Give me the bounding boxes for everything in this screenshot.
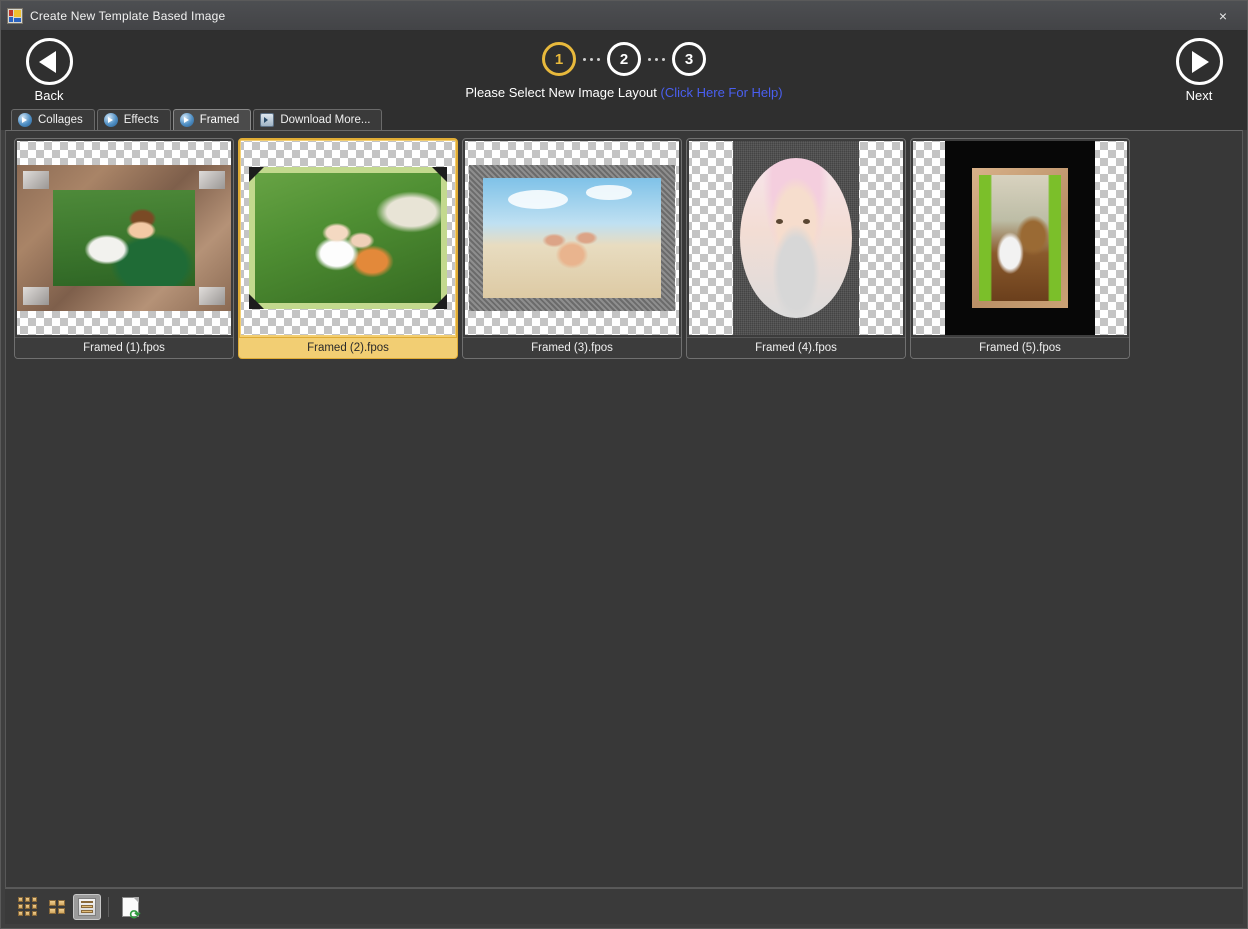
step-indicator: 1 2 3 [542,42,706,76]
template-item-4[interactable]: Framed (4).fpos [686,138,906,359]
tab-framed-label: Framed [200,114,240,126]
close-icon[interactable]: × [1201,2,1245,30]
details-view-button[interactable] [73,894,101,920]
grid-3x3-icon [18,897,37,916]
frame-art-4 [733,141,859,335]
refresh-document-icon [122,897,139,917]
template-thumbnail-5 [913,141,1127,335]
arrow-left-circle-icon [26,38,73,85]
grid-2x2-icon [49,900,65,914]
medium-icons-view-button[interactable] [43,894,71,920]
title-bar: Create New Template Based Image × [1,1,1247,31]
tab-collages[interactable]: Collages [11,109,95,130]
step-2[interactable]: 2 [607,42,641,76]
instruction-text: Please Select New Image Layout [465,85,657,100]
template-grid: Framed (1).fpos Framed (2).fpos [6,131,1242,359]
step-connector-2 [641,58,672,61]
view-toolbar [5,888,1243,924]
frame-art-1 [17,165,231,311]
frame-art-3 [469,165,675,311]
template-name-4: Framed (4).fpos [687,337,905,358]
template-item-1[interactable]: Framed (1).fpos [14,138,234,359]
refresh-templates-button[interactable] [116,894,144,920]
template-name-5: Framed (5).fpos [911,337,1129,358]
blue-arrow-circle-icon [104,113,118,127]
category-tabs: Collages Effects Framed Download More... [1,109,1247,130]
instruction-line: Please Select New Image Layout (Click He… [465,85,782,100]
tab-download-more-label: Download More... [280,114,370,126]
small-icons-view-button[interactable] [13,894,41,920]
template-item-5[interactable]: Framed (5).fpos [910,138,1130,359]
step-3[interactable]: 3 [672,42,706,76]
wizard-header: Back 1 2 3 Please Select New Image Layou… [1,31,1247,109]
template-thumbnail-4 [689,141,903,335]
tab-effects[interactable]: Effects [97,109,171,130]
blue-arrow-circle-icon [18,113,32,127]
template-name-1: Framed (1).fpos [15,337,233,358]
back-button-label: Back [35,88,64,103]
wizard-progress: 1 2 3 Please Select New Image Layout (Cl… [97,31,1151,100]
tab-framed[interactable]: Framed [173,109,252,130]
tab-download-more[interactable]: Download More... [253,109,382,130]
blue-arrow-circle-icon [180,113,194,127]
template-thumbnail-2 [241,141,455,335]
tab-collages-label: Collages [38,114,83,126]
frame-art-2 [249,167,447,309]
frame-art-5 [945,141,1095,335]
step-connector-1 [576,58,607,61]
download-window-icon [260,113,274,127]
next-button-label: Next [1186,88,1213,103]
tab-effects-label: Effects [124,114,159,126]
window-title: Create New Template Based Image [30,9,225,23]
toolbar-separator [108,897,109,917]
template-grid-icon [7,8,23,24]
step-1[interactable]: 1 [542,42,576,76]
next-button[interactable]: Next [1151,31,1247,109]
template-thumbnail-1 [17,141,231,335]
back-button[interactable]: Back [1,31,97,109]
list-view-icon [78,898,96,916]
template-thumbnail-3 [465,141,679,335]
template-list-panel: Framed (1).fpos Framed (2).fpos [5,130,1243,888]
arrow-right-circle-icon [1176,38,1223,85]
template-name-2: Framed (2).fpos [239,337,457,358]
create-template-window: Create New Template Based Image × Back 1… [0,0,1248,929]
help-link[interactable]: (Click Here For Help) [661,85,783,100]
template-item-3[interactable]: Framed (3).fpos [462,138,682,359]
template-item-2[interactable]: Framed (2).fpos [238,138,458,359]
template-name-3: Framed (3).fpos [463,337,681,358]
